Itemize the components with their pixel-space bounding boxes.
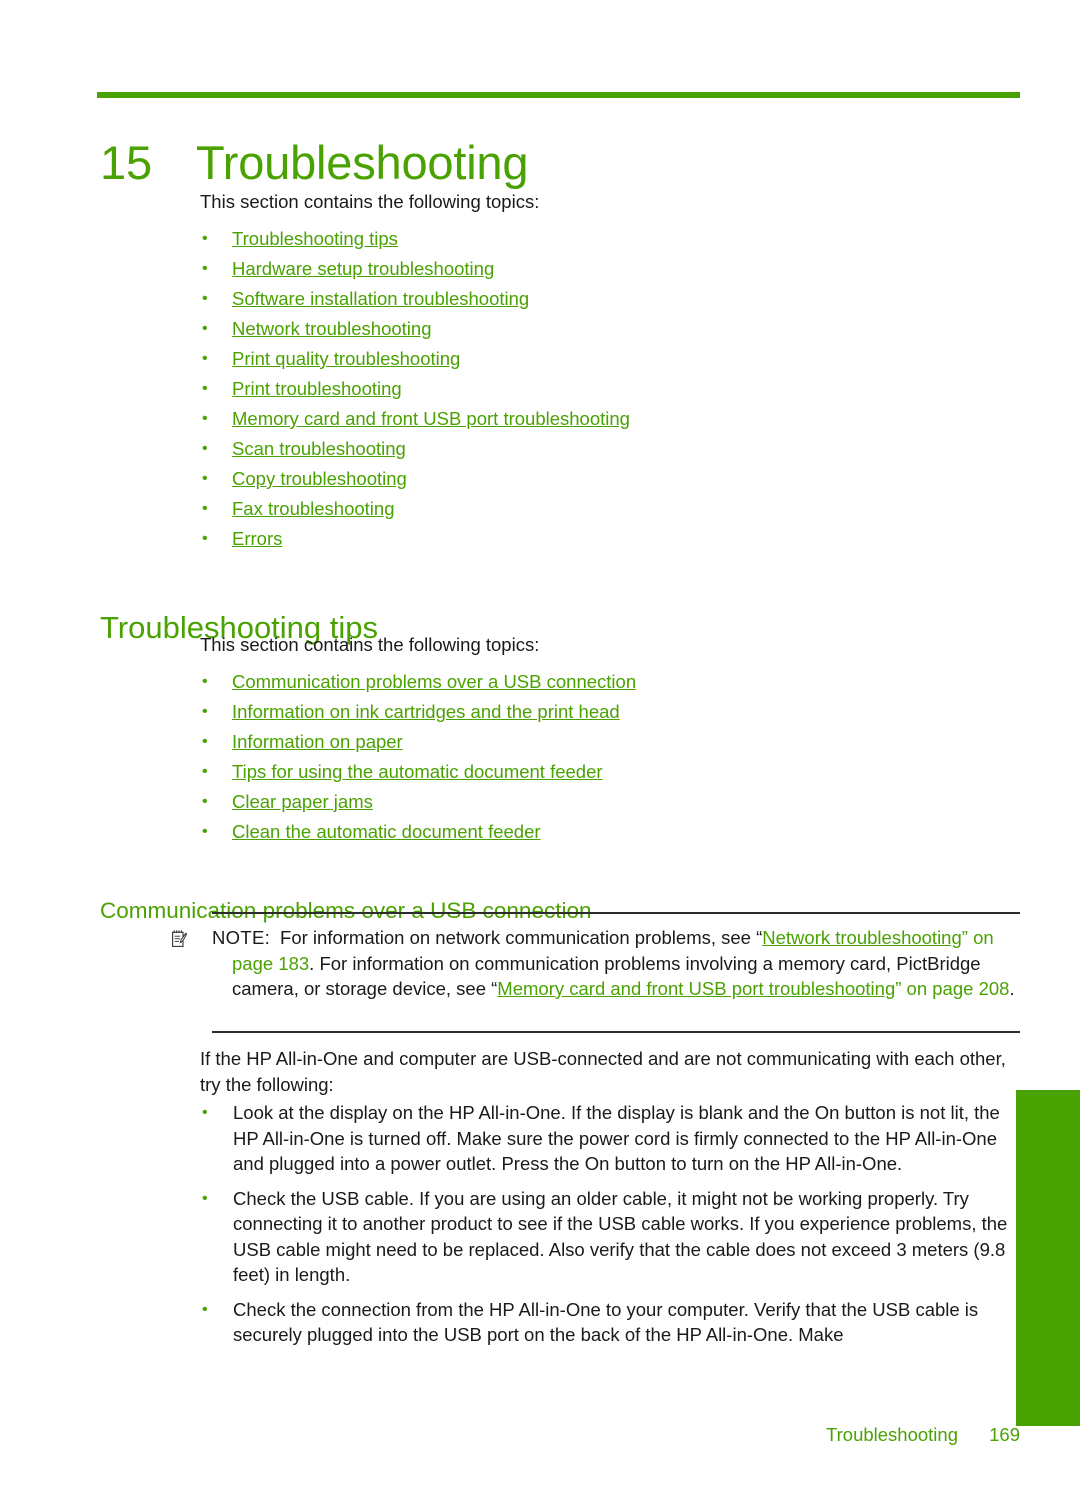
chapter-number: 15 bbox=[100, 136, 152, 190]
troubleshooting-steps-list: Look at the display on the HP All-in-One… bbox=[200, 1100, 1020, 1357]
list-item: Clear paper jams bbox=[200, 787, 636, 817]
note-text-3: . bbox=[1009, 978, 1015, 999]
note-text-1: For information on network communication… bbox=[280, 927, 763, 948]
link-copy-troubleshooting[interactable]: Copy troubleshooting bbox=[232, 468, 407, 489]
link-software-installation-troubleshooting[interactable]: Software installation troubleshooting bbox=[232, 288, 529, 309]
link-fax-troubleshooting[interactable]: Fax troubleshooting bbox=[232, 498, 395, 519]
link-communication-problems-usb[interactable]: Communication problems over a USB connec… bbox=[232, 671, 636, 692]
side-tab-label: Troubleshooting bbox=[973, 1263, 995, 1406]
section-intro-text: This section contains the following topi… bbox=[200, 634, 540, 655]
list-item: Check the USB cable. If you are using an… bbox=[200, 1186, 1020, 1288]
link-information-on-paper[interactable]: Information on paper bbox=[232, 731, 403, 752]
link-memory-card-usb-note[interactable]: Memory card and front USB port troublesh… bbox=[497, 978, 895, 999]
list-item: Scan troubleshooting bbox=[200, 434, 630, 464]
link-clean-automatic-document-feeder[interactable]: Clean the automatic document feeder bbox=[232, 821, 541, 842]
note-link-2-page-ref: ” on page 208 bbox=[895, 978, 1010, 999]
note-label: NOTE: bbox=[212, 927, 271, 948]
list-item: Troubleshooting tips bbox=[200, 224, 630, 254]
link-print-quality-troubleshooting[interactable]: Print quality troubleshooting bbox=[232, 348, 460, 369]
link-network-troubleshooting-note[interactable]: Network troubleshooting bbox=[762, 927, 962, 948]
note-rule-top bbox=[212, 912, 1020, 914]
page-title: 15 Troubleshooting bbox=[100, 135, 1000, 195]
list-item: Fax troubleshooting bbox=[200, 494, 630, 524]
list-item: Communication problems over a USB connec… bbox=[200, 667, 636, 697]
list-item: Check the connection from the HP All-in-… bbox=[200, 1297, 1020, 1348]
footer-chapter-name: Troubleshooting bbox=[826, 1424, 958, 1445]
link-network-troubleshooting[interactable]: Network troubleshooting bbox=[232, 318, 432, 339]
list-item: Tips for using the automatic document fe… bbox=[200, 757, 636, 787]
link-clear-paper-jams[interactable]: Clear paper jams bbox=[232, 791, 373, 812]
section-topic-list: Communication problems over a USB connec… bbox=[200, 667, 636, 847]
list-item: Hardware setup troubleshooting bbox=[200, 254, 630, 284]
list-item: Network troubleshooting bbox=[200, 314, 630, 344]
link-troubleshooting-tips[interactable]: Troubleshooting tips bbox=[232, 228, 398, 249]
chapter-intro-text: This section contains the following topi… bbox=[200, 191, 540, 212]
list-item: Information on ink cartridges and the pr… bbox=[200, 697, 636, 727]
lead-paragraph: If the HP All-in-One and computer are US… bbox=[200, 1048, 1006, 1095]
list-item: Print troubleshooting bbox=[200, 374, 630, 404]
link-tips-automatic-document-feeder[interactable]: Tips for using the automatic document fe… bbox=[232, 761, 603, 782]
chapter-title-text: Troubleshooting bbox=[196, 136, 529, 190]
document-page: 15 Troubleshooting This section contains … bbox=[0, 0, 1080, 1495]
subsection-heading-usb-communication: Communication problems over a USB connec… bbox=[100, 897, 592, 923]
link-memory-card-usb-troubleshooting[interactable]: Memory card and front USB port troublesh… bbox=[232, 408, 630, 429]
list-item: Look at the display on the HP All-in-One… bbox=[200, 1100, 1020, 1177]
list-item: Errors bbox=[200, 524, 630, 554]
footer-page-number: 169 bbox=[989, 1424, 1020, 1445]
list-item: Memory card and front USB port troublesh… bbox=[200, 404, 630, 434]
note-rule-bottom bbox=[212, 1031, 1020, 1033]
chapter-rule bbox=[97, 92, 1020, 98]
list-item: Software installation troubleshooting bbox=[200, 284, 630, 314]
link-hardware-setup-troubleshooting[interactable]: Hardware setup troubleshooting bbox=[232, 258, 494, 279]
link-scan-troubleshooting[interactable]: Scan troubleshooting bbox=[232, 438, 406, 459]
link-errors[interactable]: Errors bbox=[232, 528, 282, 549]
list-item: Clean the automatic document feeder bbox=[200, 817, 636, 847]
note-callout: NOTE: For information on network communic… bbox=[172, 925, 1020, 1002]
side-tab: Troubleshooting bbox=[973, 1090, 1080, 1426]
list-item: Copy troubleshooting bbox=[200, 464, 630, 494]
link-print-troubleshooting[interactable]: Print troubleshooting bbox=[232, 378, 402, 399]
list-item: Print quality troubleshooting bbox=[200, 344, 630, 374]
chapter-topic-list: Troubleshooting tips Hardware setup trou… bbox=[200, 224, 630, 554]
note-pad-pencil-icon bbox=[172, 928, 207, 947]
list-item: Information on paper bbox=[200, 727, 636, 757]
page-footer: Troubleshooting 169 bbox=[0, 1424, 1020, 1446]
link-info-ink-cartridges-print-head[interactable]: Information on ink cartridges and the pr… bbox=[232, 701, 620, 722]
